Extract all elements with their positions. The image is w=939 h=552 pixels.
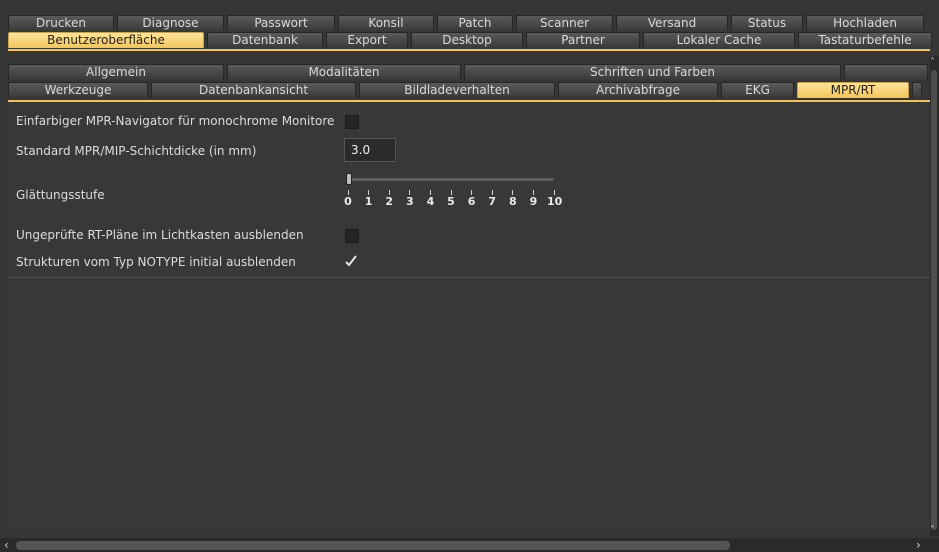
settings-window: Drucken Diagnose Passwort Konsil Patch S… — [0, 0, 939, 552]
tick-label: 1 — [364, 195, 373, 208]
tab-passwort[interactable]: Passwort — [227, 15, 335, 31]
hide-notype-checkbox[interactable] — [344, 254, 360, 270]
mono-nav-checkbox[interactable] — [345, 115, 359, 129]
smoothing-slider-thumb[interactable] — [346, 173, 352, 185]
smoothing-tick: 10 — [547, 190, 563, 208]
tab-werkzeuge[interactable]: Werkzeuge — [8, 82, 148, 98]
tab-benutzeroberflaeche[interactable]: Benutzeroberfläche — [8, 32, 204, 48]
tab-mpr-rt[interactable]: MPR/RT — [797, 82, 909, 98]
scroll-down-icon[interactable]: ˅ — [930, 526, 935, 536]
smoothing-tick: 7 — [485, 190, 499, 208]
thickness-input[interactable]: 3.0 — [344, 138, 396, 162]
hide-rt-label: Ungeprüfte RT-Pläne im Lichtkasten ausbl… — [16, 228, 304, 242]
tick-label: 5 — [447, 195, 455, 208]
scroll-up-icon[interactable]: ˄ — [930, 58, 935, 68]
tab-status[interactable]: Status — [731, 15, 803, 31]
tab-konsil[interactable]: Konsil — [338, 15, 434, 31]
thickness-label: Standard MPR/MIP-Schichtdicke (in mm) — [16, 144, 257, 158]
smoothing-label: Glättungsstufe — [16, 188, 105, 202]
smoothing-tick-scale: 0 1 2 3 4 5 6 7 8 9 10 — [344, 190, 576, 210]
tab-schriften-und-farben[interactable]: Schriften und Farben — [464, 64, 841, 80]
tab-datenbank[interactable]: Datenbank — [207, 32, 323, 48]
smoothing-tick: 5 — [444, 190, 458, 208]
tab-archivabfrage[interactable]: Archivabfrage — [558, 82, 718, 98]
tab-inner-unnamed[interactable] — [844, 64, 928, 80]
vertical-scroll-thumb[interactable] — [931, 70, 937, 530]
tab-bildladeverhalten[interactable]: Bildladeverhalten — [359, 82, 555, 98]
outer-tab-underline — [8, 49, 930, 51]
tab-inner-overflow[interactable] — [912, 82, 922, 98]
smoothing-tick: 6 — [465, 190, 479, 208]
checkmark-icon — [345, 255, 357, 267]
smoothing-tick: 3 — [403, 190, 417, 208]
tick-label: 9 — [529, 195, 538, 208]
hide-notype-label: Strukturen vom Typ NOTYPE initial ausble… — [16, 255, 296, 269]
tick-label: 7 — [488, 195, 497, 208]
tab-allgemein[interactable]: Allgemein — [8, 64, 224, 80]
scroll-left-icon[interactable]: ‹ — [4, 539, 9, 551]
smoothing-tick: 0 — [341, 190, 355, 208]
smoothing-tick: 2 — [382, 190, 396, 208]
smoothing-slider-track[interactable] — [346, 178, 554, 181]
outer-tab-row-1: Drucken Diagnose Passwort Konsil Patch S… — [8, 15, 927, 32]
outer-tab-row-2: Benutzeroberfläche Datenbank Export Desk… — [8, 32, 935, 49]
tick-label: 0 — [344, 195, 352, 208]
tick-label: 10 — [547, 195, 563, 208]
tab-lokaler-cache[interactable]: Lokaler Cache — [643, 32, 795, 48]
tab-ekg[interactable]: EKG — [721, 82, 794, 98]
smoothing-tick: 1 — [362, 190, 376, 208]
tab-datenbankansicht[interactable]: Datenbankansicht — [151, 82, 356, 98]
tab-partner[interactable]: Partner — [526, 32, 640, 48]
section-divider — [8, 277, 930, 278]
tick-label: 3 — [405, 195, 414, 208]
tick-label: 2 — [385, 195, 394, 208]
mpr-rt-settings-panel: Einfarbiger MPR-Navigator für monochrome… — [8, 102, 930, 534]
tab-patch[interactable]: Patch — [437, 15, 513, 31]
tick-label: 4 — [426, 195, 435, 208]
tick-label: 6 — [467, 195, 476, 208]
tab-desktop[interactable]: Desktop — [411, 32, 523, 48]
tab-tastaturbefehle[interactable]: Tastaturbefehle — [798, 32, 932, 48]
inner-tab-row-2: Werkzeuge Datenbankansicht Bildladeverha… — [8, 82, 925, 99]
mono-nav-label: Einfarbiger MPR-Navigator für monochrome… — [16, 114, 335, 128]
tick-label: 8 — [508, 195, 517, 208]
scroll-right-icon[interactable]: › — [916, 539, 921, 551]
smoothing-tick: 9 — [526, 190, 540, 208]
hide-rt-checkbox[interactable] — [345, 229, 359, 243]
tab-versand[interactable]: Versand — [616, 15, 728, 31]
tab-scanner[interactable]: Scanner — [516, 15, 613, 31]
smoothing-tick: 8 — [506, 190, 520, 208]
tab-export[interactable]: Export — [326, 32, 408, 48]
tab-diagnose[interactable]: Diagnose — [117, 15, 224, 31]
smoothing-tick: 4 — [423, 190, 437, 208]
inner-tab-row-1: Allgemein Modalitäten Schriften und Farb… — [8, 64, 931, 81]
horizontal-scroll-thumb[interactable] — [16, 541, 730, 550]
tab-hochladen[interactable]: Hochladen — [806, 15, 924, 31]
tab-modalitaeten[interactable]: Modalitäten — [227, 64, 461, 80]
tab-drucken[interactable]: Drucken — [8, 15, 114, 31]
